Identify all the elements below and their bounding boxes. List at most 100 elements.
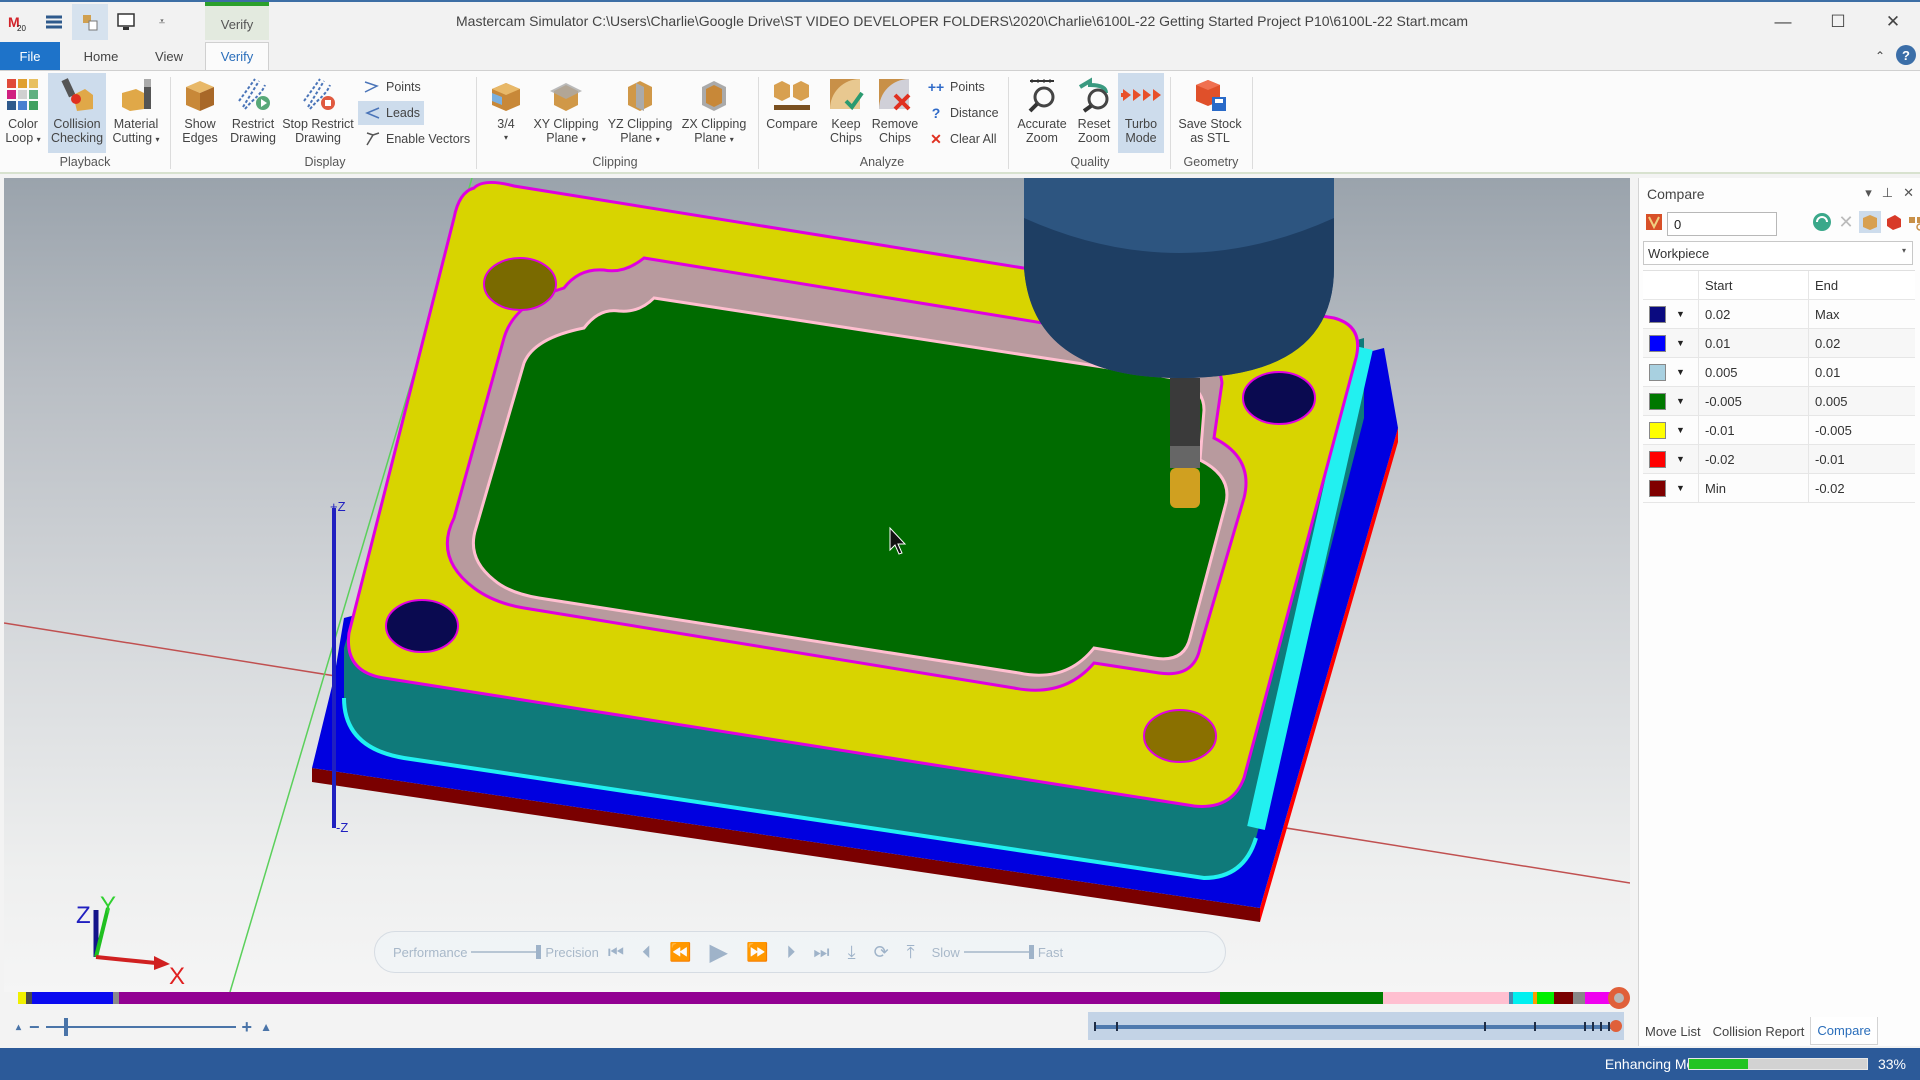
zoom-minus-button[interactable]: − [29,1017,40,1038]
collapse-ribbon-icon[interactable]: ⌃ [1868,42,1892,70]
color-swatch[interactable] [1649,305,1666,323]
zoom-plus-button[interactable]: + [242,1017,253,1038]
save-stock-as-stl-button[interactable]: Save Stock as STL [1174,73,1246,145]
timeline-position-handle[interactable] [1608,987,1630,1009]
chevron-down-icon[interactable]: ▼ [1676,425,1685,435]
xy-clipping-plane-button[interactable]: XY Clipping Plane ▾ [530,73,602,147]
chevron-down-icon[interactable]: ▼ [1676,483,1685,493]
start-value[interactable]: Min [1699,474,1809,502]
three-quarter-button[interactable]: 3/4 ▾ [484,73,528,145]
customize-icon[interactable]: ⩡ [144,4,180,40]
precision-slider[interactable] [471,945,542,959]
step-forward-icon[interactable]: ⏵ [786,942,795,963]
timeline-segment[interactable] [1554,992,1574,1004]
zoom-slider[interactable] [45,1018,236,1036]
close-button[interactable]: ✕ [1870,8,1916,36]
reset-zoom-button[interactable]: Reset Zoom [1072,73,1116,145]
start-value[interactable]: 0.02 [1699,300,1809,328]
remove-chips-button[interactable]: Remove Chips [870,73,920,145]
leads-toggle[interactable]: Leads [358,101,425,125]
distance-button[interactable]: ? Distance [922,101,1003,125]
3d-viewport[interactable]: +Z -Z Z Y X [4,178,1630,992]
end-value[interactable]: Max [1809,300,1915,328]
model-icon[interactable] [1883,211,1905,233]
loop-icon[interactable]: ⟳ [874,942,889,963]
play-icon[interactable]: ▶ [710,938,728,967]
panel-close-icon[interactable]: ✕ [1903,185,1914,201]
timeline-segment[interactable] [118,992,1221,1004]
tab-file[interactable]: File [0,42,60,70]
table-row[interactable]: ▼ 0.005 0.01 [1643,358,1915,387]
speed-slider-thumb[interactable] [1028,945,1034,959]
tab-view[interactable]: View [146,42,192,70]
options-icon[interactable] [1905,211,1920,233]
color-swatch[interactable] [1649,334,1666,352]
go-to-end-icon[interactable]: ⏭ [813,942,829,963]
table-row[interactable]: ▼ 0.02 Max [1643,300,1915,329]
tab-collision-report[interactable]: Collision Report [1707,1018,1811,1045]
zx-clipping-plane-button[interactable]: ZX Clipping Plane ▾ [678,73,750,147]
compare-target-select[interactable]: Workpiece ▾ [1643,241,1913,265]
end-value[interactable]: -0.01 [1809,445,1915,473]
stop-condition-icon[interactable]: ⤓ [848,942,856,963]
table-row[interactable]: ▼ 0.01 0.02 [1643,329,1915,358]
accurate-zoom-button[interactable]: Accurate Zoom [1014,73,1070,145]
enable-vectors-toggle[interactable]: Enable Vectors [358,127,474,151]
table-row[interactable]: ▼ -0.005 0.005 [1643,387,1915,416]
color-swatch[interactable] [1649,479,1666,497]
tab-verify[interactable]: Verify [205,42,269,70]
zoom-in-max-icon[interactable]: ▲ [260,1020,272,1034]
precision-slider-thumb[interactable] [536,945,542,959]
tab-move-list[interactable]: Move List [1639,1018,1707,1045]
turbo-mode-button[interactable]: Turbo Mode [1118,73,1164,153]
compare-button[interactable]: Compare [764,73,820,131]
collision-checking-button[interactable]: Collision Checking [48,73,106,153]
layers-icon[interactable] [36,4,72,40]
fast-forward-icon[interactable]: ⏩ [746,942,768,963]
panel-menu-icon[interactable]: ▾ [1865,185,1872,201]
rewind-icon[interactable]: ⏪ [669,942,691,963]
operation-timeline[interactable] [18,992,1620,1004]
speed-slider[interactable] [963,945,1034,959]
points-toggle[interactable]: Points [358,75,425,99]
table-row[interactable]: ▼ -0.02 -0.01 [1643,445,1915,474]
chevron-down-icon[interactable]: ▼ [1676,367,1685,377]
color-swatch[interactable] [1649,363,1666,381]
move-timeline-scrubber[interactable] [1088,1012,1624,1040]
yz-clipping-plane-button[interactable]: YZ Clipping Plane ▾ [604,73,676,147]
table-row[interactable]: ▼ Min -0.02 [1643,474,1915,503]
color-swatch[interactable] [1649,421,1666,439]
timeline-segment[interactable] [1220,992,1384,1004]
start-value[interactable]: -0.01 [1699,416,1809,444]
material-cutting-button[interactable]: Material Cutting ▾ [108,73,164,147]
tab-compare[interactable]: Compare [1810,1017,1878,1045]
start-value[interactable]: 0.005 [1699,358,1809,386]
minimize-button[interactable]: — [1760,8,1806,36]
stock-cube-icon[interactable] [1859,211,1881,233]
toolpath-icon[interactable] [72,4,108,40]
table-row[interactable]: ▼ -0.01 -0.005 [1643,416,1915,445]
chevron-down-icon[interactable]: ▼ [1676,454,1685,464]
restrict-drawing-button[interactable]: Restrict Drawing [226,73,280,145]
end-value[interactable]: -0.005 [1809,416,1915,444]
color-loop-button[interactable]: Color Loop ▾ [2,73,44,147]
timeline-segment[interactable] [18,992,26,1004]
start-value[interactable]: -0.02 [1699,445,1809,473]
pin-icon[interactable]: ⊥ [1882,185,1893,201]
zoom-slider-thumb[interactable] [63,1018,68,1036]
zoom-out-max-icon[interactable]: ▴ [16,1022,21,1033]
analyze-points-button[interactable]: ++ Points [922,75,989,99]
color-swatch[interactable] [1649,450,1666,468]
help-icon[interactable]: ? [1896,45,1916,65]
mastercam-logo-icon[interactable]: M 20 [0,4,36,40]
go-to-start-icon[interactable]: ⏮ [608,942,624,963]
maximize-button[interactable]: ☐ [1815,8,1861,36]
show-edges-button[interactable]: Show Edges [178,73,222,145]
end-value[interactable]: 0.02 [1809,329,1915,357]
stop-restrict-drawing-button[interactable]: Stop Restrict Drawing [282,73,354,145]
end-value[interactable]: -0.02 [1809,474,1915,502]
timeline-segment[interactable] [1536,992,1554,1004]
chevron-down-icon[interactable]: ▼ [1676,396,1685,406]
chevron-down-icon[interactable]: ▼ [1676,338,1685,348]
timeline-segment[interactable] [1573,992,1586,1004]
